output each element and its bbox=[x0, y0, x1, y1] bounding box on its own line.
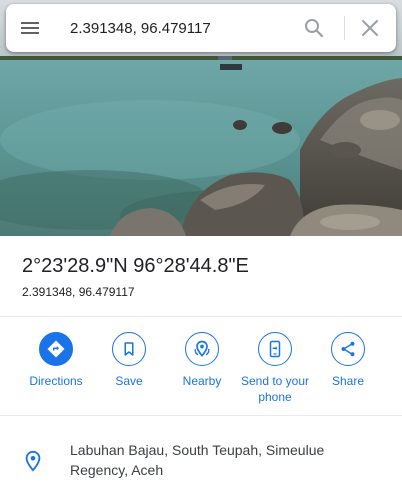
directions-button[interactable]: Directions bbox=[16, 330, 96, 389]
directions-circle bbox=[39, 332, 73, 366]
search-input[interactable] bbox=[70, 14, 290, 42]
directions-label: Directions bbox=[29, 374, 83, 388]
search-icon bbox=[305, 19, 324, 38]
send-to-phone-circle bbox=[258, 332, 292, 366]
divider bbox=[0, 316, 402, 317]
nearby-button[interactable]: Nearby bbox=[162, 330, 242, 389]
share-circle bbox=[331, 332, 365, 366]
save-button[interactable]: Save bbox=[89, 330, 169, 389]
nearby-circle bbox=[185, 332, 219, 366]
address-text: Labuhan Bajau, South Teupah, Simeulue Re… bbox=[70, 442, 325, 478]
share-icon bbox=[341, 341, 355, 357]
search-button[interactable] bbox=[302, 16, 326, 40]
directions-icon bbox=[47, 340, 65, 358]
hamburger-menu-icon bbox=[21, 22, 39, 34]
search-divider bbox=[344, 16, 345, 40]
place-coordinates: 2.391348, 96.479117 bbox=[22, 285, 135, 299]
location-pin-icon bbox=[25, 450, 41, 472]
phone-icon bbox=[269, 340, 281, 358]
send-to-phone-label: Send to your phone bbox=[240, 374, 310, 404]
search-bar bbox=[6, 4, 396, 52]
nearby-icon bbox=[194, 340, 210, 357]
share-button[interactable]: Share bbox=[308, 330, 388, 389]
close-button[interactable] bbox=[358, 16, 382, 40]
bookmark-icon bbox=[124, 342, 134, 356]
nearby-label: Nearby bbox=[182, 374, 222, 388]
save-circle bbox=[112, 332, 146, 366]
share-label: Share bbox=[331, 374, 365, 388]
menu-button[interactable] bbox=[18, 16, 42, 40]
send-to-phone-button[interactable]: Send to your phone bbox=[235, 330, 315, 405]
close-icon bbox=[362, 20, 378, 36]
divider bbox=[0, 415, 402, 416]
place-title: 2°23'28.9"N 96°28'44.8"E bbox=[22, 255, 249, 277]
action-bar: Directions Save Nearby Send to your phon… bbox=[0, 330, 402, 410]
address-row[interactable]: Labuhan Bajau, South Teupah, Simeulue Re… bbox=[0, 432, 402, 487]
save-label: Save bbox=[115, 374, 143, 388]
